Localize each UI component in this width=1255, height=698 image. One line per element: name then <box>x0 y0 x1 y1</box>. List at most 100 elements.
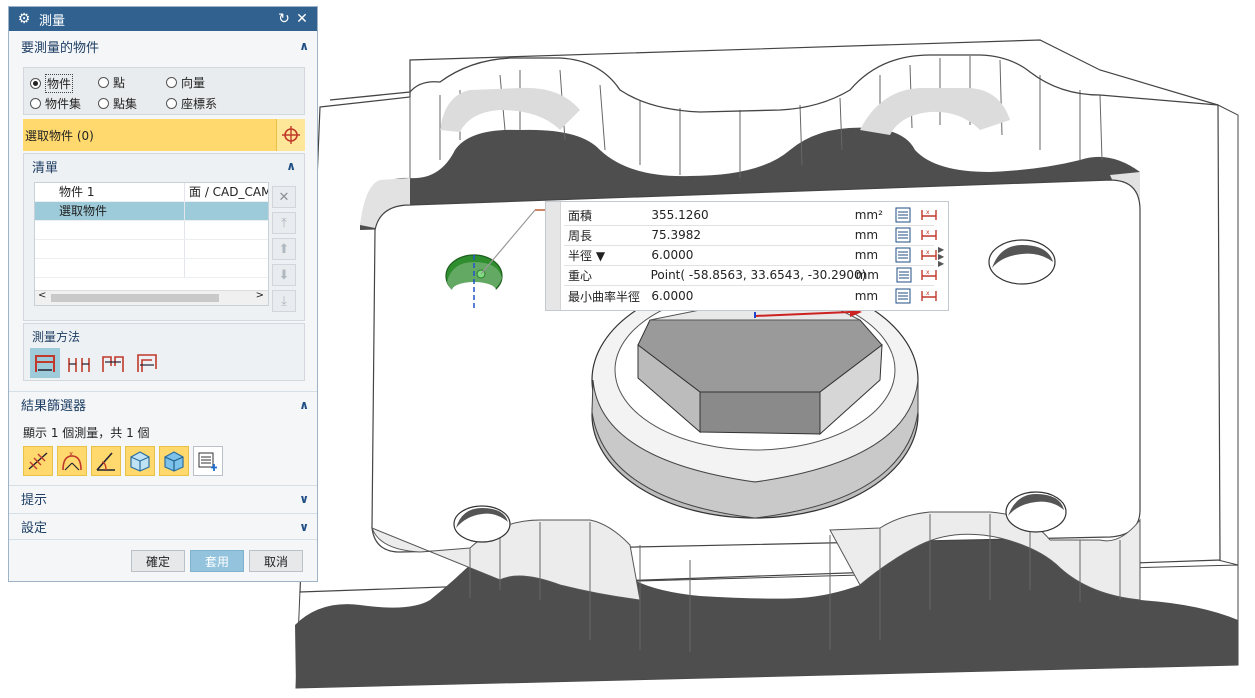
measurement-row-area[interactable]: 面積 355.1260 mm² x <box>564 205 942 225</box>
measurement-label: 面積 <box>568 208 593 223</box>
export-info-icon[interactable] <box>890 207 916 223</box>
radio-csys[interactable]: 座標系 <box>166 95 217 112</box>
measurement-unit: mm <box>854 228 879 242</box>
object-list-grid: 物件 1 面 / CAD_CAM 選取物件 < > <box>34 182 269 306</box>
export-info-icon[interactable] <box>891 267 917 283</box>
list-row-name: 物件 1 <box>35 183 185 201</box>
list-section: 清單 ∧ 物件 1 面 / CAD_CAM 選取物件 < > ✕ ⤒ ⬆ ⬇ ⤓ <box>23 153 305 321</box>
radio-dot-icon <box>30 78 41 89</box>
measure-distance-icon[interactable]: x <box>916 268 942 282</box>
radio-dot-icon <box>98 98 109 109</box>
drag-handle[interactable] <box>546 202 561 310</box>
measure-dialog: ⚙ 測量 ↻ ✕ 要測量的物件 ∧ 物件 點 向量 物件集 點集 座標系 選取物… <box>8 6 318 582</box>
radius-filter-icon[interactable]: x <box>57 446 87 476</box>
chevron-down-icon: ∨ <box>299 491 309 506</box>
svg-text:x: x <box>926 209 930 216</box>
list-section-label: 清單 <box>32 160 59 176</box>
measurement-label: 半徑 ▼ <box>568 248 606 263</box>
select-object-bar[interactable]: 選取物件 (0) <box>23 119 305 151</box>
apply-button[interactable]: 套用 <box>190 550 244 572</box>
list-row[interactable]: 選取物件 <box>35 202 268 221</box>
measure-distance-icon[interactable]: x <box>916 208 942 222</box>
chevron-up-icon: ∧ <box>299 39 309 53</box>
measurement-value: 6.0000 <box>651 248 694 262</box>
list-row-value: 面 / CAD_CAM <box>189 185 268 199</box>
measurement-row-perimeter[interactable]: 周長 75.3982 mm x <box>564 225 942 245</box>
export-info-icon[interactable] <box>890 288 916 304</box>
hint-section-label: 提示 <box>21 493 48 508</box>
list-row[interactable]: 物件 1 面 / CAD_CAM <box>35 183 268 202</box>
measure-distance-icon[interactable]: x <box>916 228 942 242</box>
export-info-icon[interactable] <box>890 247 916 263</box>
filter-section-header[interactable]: 結果篩選器 ∧ <box>9 391 317 417</box>
measurement-value: Point( -58.8563, 33.6543, -30.2900) <box>650 268 867 282</box>
angle-filter-icon[interactable] <box>91 446 121 476</box>
projected-distance-method-icon[interactable] <box>98 348 128 378</box>
radio-point-label: 點 <box>113 76 126 90</box>
filter-summary: 顯示 1 個測量，共 1 個 <box>23 426 150 440</box>
min-distance-method-icon[interactable] <box>30 348 60 378</box>
radio-point-set-label: 點集 <box>113 97 138 111</box>
mass-filter-icon[interactable] <box>159 446 189 476</box>
measurement-label: 重心 <box>568 268 593 283</box>
screen-distance-method-icon[interactable] <box>132 348 162 378</box>
move-down-icon[interactable]: ⬇ <box>272 264 296 286</box>
crosshair-icon[interactable] <box>276 119 305 151</box>
list-section-header[interactable]: 清單 ∧ <box>24 154 304 178</box>
measurement-row-min-curvature[interactable]: 最小曲率半徑 6.0000 mm x <box>564 286 942 306</box>
measure-distance-icon[interactable]: x <box>916 289 942 303</box>
scroll-left-icon[interactable]: < <box>38 290 46 301</box>
measurement-label: 最小曲率半徑 <box>568 289 641 304</box>
expand-arrows-icon[interactable]: ▶ ▶ ▶ <box>938 246 944 268</box>
max-distance-method-icon[interactable] <box>64 348 94 378</box>
measurement-label: 周長 <box>568 228 593 243</box>
scrollbar-thumb[interactable] <box>51 294 219 302</box>
measurement-row-centroid[interactable]: 重心 Point( -58.8563, 33.6543, -30.2900) m… <box>564 265 942 285</box>
settings-section-header[interactable]: 設定 ∨ <box>9 513 317 539</box>
chevron-up-icon: ∧ <box>286 159 296 173</box>
objects-section-header[interactable]: 要測量的物件 ∧ <box>9 33 317 59</box>
chevron-up-icon: ∧ <box>299 397 309 412</box>
list-row-empty <box>35 240 268 259</box>
measurement-row-radius[interactable]: 半徑 ▼ 6.0000 mm x <box>564 245 942 265</box>
close-icon[interactable]: ✕ <box>293 10 311 28</box>
distance-filter-icon[interactable] <box>23 446 53 476</box>
gear-icon: ⚙ <box>17 11 31 27</box>
measurement-value: 75.3982 <box>651 228 701 242</box>
cancel-button[interactable]: 取消 <box>249 550 303 572</box>
radio-object-set[interactable]: 物件集 <box>30 95 81 112</box>
radio-point[interactable]: 點 <box>98 74 125 91</box>
radio-dot-icon <box>166 98 177 109</box>
radio-point-set[interactable]: 點集 <box>98 95 137 112</box>
horizontal-scrollbar[interactable]: < > <box>35 290 268 305</box>
list-row-name: 選取物件 <box>35 202 185 220</box>
method-section: 測量方法 <box>23 323 305 381</box>
scroll-right-icon[interactable]: > <box>256 290 264 301</box>
move-to-top-icon[interactable]: ⤒ <box>272 212 296 234</box>
svg-text:x: x <box>926 249 930 256</box>
svg-text:x: x <box>69 450 73 458</box>
measurement-unit: mm <box>854 248 879 262</box>
add-filter-icon[interactable] <box>193 446 223 476</box>
measurement-unit: mm <box>855 268 879 282</box>
settings-section-label: 設定 <box>21 521 48 536</box>
list-row-empty <box>35 221 268 240</box>
volume-filter-icon[interactable] <box>125 446 155 476</box>
reset-icon[interactable]: ↻ <box>275 10 293 28</box>
radio-object[interactable]: 物件 <box>30 74 74 93</box>
hint-section-header[interactable]: 提示 ∨ <box>9 485 317 511</box>
radio-object-set-label: 物件集 <box>45 97 82 111</box>
measurement-value: 6.0000 <box>651 289 694 303</box>
measurement-results-table: 面積 355.1260 mm² x 周長 75.3982 mm x 半徑 ▼ 6… <box>545 201 949 311</box>
move-up-icon[interactable]: ⬆ <box>272 238 296 260</box>
radio-vector[interactable]: 向量 <box>166 74 205 91</box>
ok-button[interactable]: 確定 <box>131 550 185 572</box>
list-row-value <box>185 202 268 220</box>
svg-text:x: x <box>926 290 930 297</box>
radio-dot-icon <box>30 98 41 109</box>
measurement-value: 355.1260 <box>651 208 709 222</box>
export-info-icon[interactable] <box>890 227 916 243</box>
remove-button[interactable]: ✕ <box>272 186 296 208</box>
dialog-title: 測量 <box>39 13 66 29</box>
move-to-bottom-icon[interactable]: ⤓ <box>272 290 296 312</box>
